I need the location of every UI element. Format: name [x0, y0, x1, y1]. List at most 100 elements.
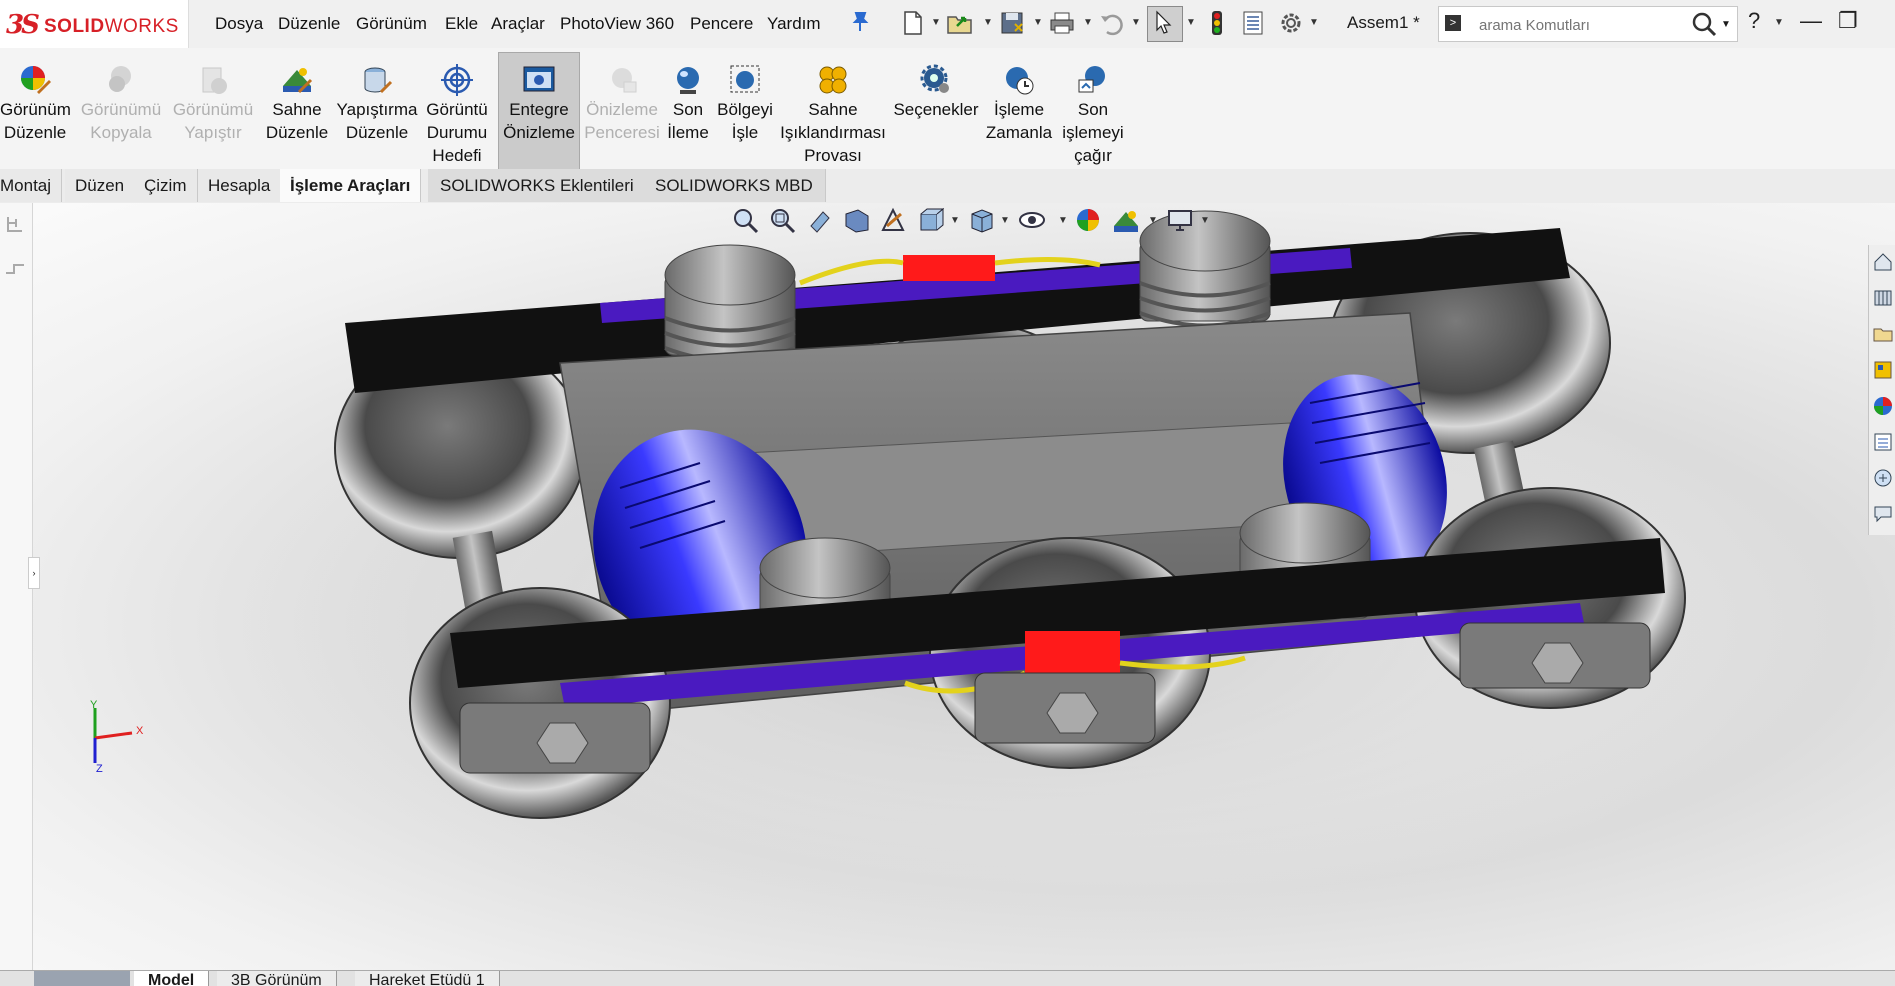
- zoom-to-fit-icon[interactable]: [731, 206, 759, 234]
- ribbon-edit-scene[interactable]: Sahne Düzenle: [262, 62, 332, 144]
- scene-lighting-proof-icon: [819, 66, 847, 94]
- ribbon-toolbar: Görünüm Düzenle Görünümü Kopyala Görünümü Y…: [0, 48, 1895, 175]
- gear-icon[interactable]: [1276, 8, 1306, 38]
- menu-photoview[interactable]: PhotoView 360: [560, 14, 674, 34]
- home-icon[interactable]: [1872, 251, 1894, 273]
- zoom-to-area-icon[interactable]: [768, 206, 796, 234]
- ribbon-final-render[interactable]: Son İleme: [663, 62, 713, 144]
- preview-window-icon: [612, 68, 637, 93]
- dynamic-annotation-icon[interactable]: [879, 206, 907, 234]
- tab-motion-study[interactable]: Hareket Etüdü 1: [355, 971, 500, 986]
- ribbon-preview-window[interactable]: Önizleme Penceresi: [582, 62, 662, 144]
- solidworks-resources-icon[interactable]: [1872, 467, 1894, 489]
- menu-window[interactable]: Pencere: [690, 14, 753, 34]
- pin-menu-icon[interactable]: [850, 10, 870, 34]
- command-search[interactable]: > ▼: [1438, 6, 1738, 42]
- ribbon-recall-last-render[interactable]: Son işlemeyi çağır: [1058, 62, 1128, 167]
- display-style-icon[interactable]: [968, 206, 996, 234]
- ribbon-render-region[interactable]: Bölgeyi İşle: [716, 62, 774, 144]
- feature-tree-icon[interactable]: [4, 213, 26, 235]
- save-icon[interactable]: [997, 8, 1027, 38]
- help-icon[interactable]: ?: [1748, 8, 1760, 34]
- feature-manager-collapsed: ›: [0, 203, 40, 970]
- edit-appearance-icon: [21, 66, 51, 94]
- tab-3d-view[interactable]: 3B Görünüm: [217, 971, 337, 986]
- chevron-down-icon[interactable]: ▼: [983, 17, 993, 28]
- tab-solidworks-mbd[interactable]: SOLIDWORKS MBD: [643, 169, 826, 202]
- chevron-down-icon[interactable]: ▼: [931, 17, 941, 28]
- tab-layout[interactable]: Düzen: [65, 169, 136, 202]
- ribbon-edit-decal[interactable]: Yapıştırma Düzenle: [336, 62, 418, 144]
- document-title: Assem1 *: [1347, 13, 1420, 32]
- open-document-icon[interactable]: [945, 8, 975, 38]
- tab-sketch[interactable]: Çizim: [134, 169, 198, 202]
- ribbon-edit-appearance[interactable]: Görünüm Düzenle: [0, 62, 71, 144]
- chevron-down-icon[interactable]: ▼: [1186, 17, 1196, 28]
- chevron-down-icon[interactable]: ▼: [1148, 215, 1158, 226]
- menu-tools[interactable]: Araçlar: [491, 14, 545, 34]
- search-input[interactable]: [1477, 13, 1681, 37]
- view-palette-icon[interactable]: [1872, 359, 1894, 381]
- chevron-down-icon[interactable]: ▼: [1058, 215, 1068, 226]
- chevron-down-icon[interactable]: ▼: [1083, 17, 1093, 28]
- tab-render-tools[interactable]: İşleme Araçları: [280, 169, 422, 202]
- new-document-icon[interactable]: [898, 8, 928, 38]
- bogie-3d-model[interactable]: [0, 203, 1895, 970]
- chevron-down-icon[interactable]: ▼: [1774, 17, 1784, 28]
- menu-view[interactable]: Görünüm: [356, 14, 427, 34]
- custom-properties-icon[interactable]: [1872, 431, 1894, 453]
- chevron-down-icon[interactable]: ▼: [1033, 17, 1043, 28]
- edit-appearance-view-icon[interactable]: [1074, 206, 1102, 234]
- undo-icon[interactable]: [1097, 8, 1127, 38]
- chevron-down-icon[interactable]: ▼: [1000, 215, 1010, 226]
- design-library-icon[interactable]: [1872, 287, 1894, 309]
- expand-panel-handle[interactable]: ›: [28, 557, 40, 589]
- ribbon-options[interactable]: Seçenekler: [893, 62, 979, 121]
- print-icon[interactable]: [1047, 8, 1077, 38]
- logo-mark: 3S: [6, 10, 40, 40]
- tab-assembly[interactable]: Montaj: [0, 169, 63, 202]
- rebuild-traffic-light-icon[interactable]: [1202, 8, 1232, 38]
- view-settings-monitor-icon[interactable]: [1166, 206, 1194, 234]
- restore-button[interactable]: ❐: [1838, 8, 1858, 34]
- chevron-down-icon[interactable]: ▼: [1721, 19, 1731, 30]
- appearances-scenes-icon[interactable]: [1872, 395, 1894, 417]
- hide-show-items-icon[interactable]: [1018, 206, 1046, 234]
- chevron-down-icon[interactable]: ▼: [1309, 17, 1319, 28]
- section-view-icon[interactable]: [842, 206, 870, 234]
- view-orientation-icon[interactable]: [916, 206, 945, 234]
- previous-view-icon[interactable]: [805, 206, 833, 234]
- ribbon-integrated-preview[interactable]: Entegre Önizleme: [498, 52, 580, 175]
- tab-evaluate[interactable]: Hesapla: [198, 169, 282, 202]
- tab-solidworks-addins[interactable]: SOLIDWORKS Eklentileri: [428, 169, 647, 202]
- apply-scene-icon[interactable]: [1112, 206, 1140, 234]
- chevron-down-icon[interactable]: ▼: [1131, 17, 1141, 28]
- recall-last-render-icon: [1078, 66, 1105, 93]
- ribbon-paste-appearance[interactable]: Görünümü Yapıştır: [170, 62, 256, 144]
- final-render-icon: [677, 67, 699, 94]
- solidworks-logo[interactable]: 3S SOLIDWORKS: [0, 0, 189, 48]
- ribbon-scene-lighting-proof[interactable]: Sahne Işıklandırması Provası: [778, 62, 888, 167]
- tab-scroll-arrows[interactable]: [34, 971, 130, 986]
- menu-edit[interactable]: Düzenle: [278, 14, 340, 34]
- chevron-down-icon[interactable]: ▼: [1200, 215, 1210, 226]
- search-icon[interactable]: [1691, 11, 1717, 37]
- forum-icon[interactable]: [1872, 503, 1894, 525]
- render-region-icon: [730, 65, 760, 93]
- property-manager-icon[interactable]: [4, 259, 26, 281]
- ribbon-display-state-target[interactable]: Görüntü Durumu Hedefi: [422, 62, 492, 167]
- ribbon-schedule-render[interactable]: İşleme Zamanla: [984, 62, 1054, 144]
- integrated-preview-icon: [523, 66, 555, 92]
- chevron-down-icon[interactable]: ▼: [950, 215, 960, 226]
- select-cursor-icon[interactable]: [1147, 6, 1183, 42]
- file-properties-icon[interactable]: [1238, 8, 1268, 38]
- menu-insert[interactable]: Ekle: [445, 14, 478, 34]
- minimize-button[interactable]: —: [1800, 8, 1822, 34]
- menu-file[interactable]: Dosya: [215, 14, 263, 34]
- logo-text: SOLIDWORKS: [44, 16, 179, 37]
- menu-help[interactable]: Yardım: [767, 14, 821, 34]
- file-explorer-icon[interactable]: [1872, 323, 1894, 345]
- ribbon-copy-appearance[interactable]: Görünümü Kopyala: [78, 62, 164, 144]
- graphics-area[interactable]: Y X Z: [0, 203, 1895, 970]
- tab-model[interactable]: Model: [134, 971, 210, 986]
